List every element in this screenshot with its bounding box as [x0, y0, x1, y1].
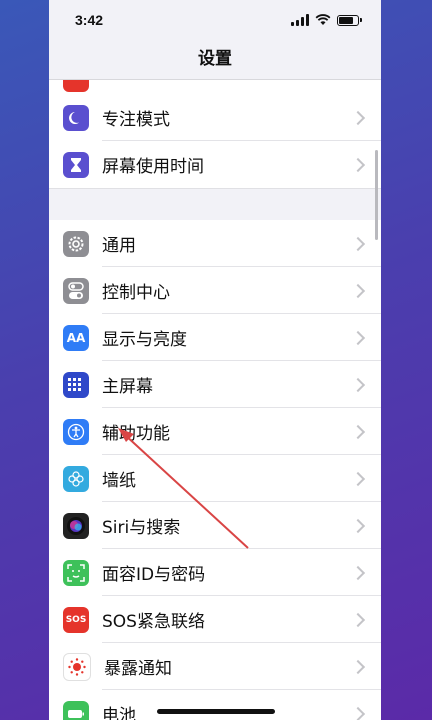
siri-icon [63, 512, 89, 539]
chevron-right-icon [350, 612, 366, 627]
group-separator [49, 188, 381, 222]
chevron-right-icon [350, 706, 366, 720]
page-title: 设置 [198, 49, 232, 69]
settings-row-label: 主屏幕 [102, 377, 153, 397]
flower-icon [63, 465, 89, 492]
chevron-right-icon [350, 518, 366, 533]
text-size-icon: AA [63, 324, 89, 351]
chevron-right-icon [350, 110, 366, 125]
settings-row-label: 墙纸 [102, 471, 136, 491]
accessibility-icon [63, 418, 89, 445]
settings-row-hourglass[interactable]: 屏幕使用时间 [49, 141, 381, 188]
settings-row-toggle[interactable]: 控制中心 [49, 267, 381, 314]
face-id-icon [63, 559, 89, 586]
settings-group-main: 通用 控制中心 AA 显示与亮度 主屏幕 辅助功能 墙纸 Siri与搜索 面容ID与密码 SOS S… [49, 220, 381, 720]
status-icons [291, 14, 362, 26]
chevron-right-icon [350, 565, 366, 580]
chevron-right-icon [350, 330, 366, 345]
chevron-right-icon [350, 283, 366, 298]
hourglass-icon [63, 151, 89, 178]
settings-row-label: 控制中心 [102, 283, 170, 303]
chevron-right-icon [350, 236, 366, 251]
notifications-icon [63, 80, 89, 92]
settings-row-label: 通用 [102, 236, 136, 256]
home-indicator[interactable] [157, 709, 275, 714]
settings-row-siri[interactable]: Siri与搜索 [49, 502, 381, 549]
moon-icon [63, 104, 89, 131]
settings-row-sos[interactable]: SOS SOS紧急联络 [49, 596, 381, 643]
chevron-right-icon [350, 377, 366, 392]
scroll-indicator[interactable] [375, 150, 378, 240]
settings-row-flower[interactable]: 墙纸 [49, 455, 381, 502]
settings-row-label: 显示与亮度 [102, 330, 187, 350]
exposure-icon [63, 652, 91, 681]
settings-row-moon[interactable]: 专注模式 [49, 94, 381, 141]
settings-row-text-size[interactable]: AA 显示与亮度 [49, 314, 381, 361]
chevron-right-icon [350, 471, 366, 486]
gear-icon [63, 230, 89, 257]
chevron-right-icon [350, 424, 366, 439]
status-bar: 3:42 [49, 0, 381, 40]
settings-row-label: 专注模式 [102, 110, 170, 130]
settings-row-label: 辅助功能 [102, 424, 170, 444]
wifi-icon [315, 14, 331, 25]
settings-row-label: 暴露通知 [104, 659, 172, 679]
toggle-icon [63, 277, 89, 304]
chevron-right-icon [350, 157, 366, 172]
settings-row-accessibility[interactable]: 辅助功能 [49, 408, 381, 455]
cellular-signal-icon [291, 14, 309, 26]
settings-row-grid[interactable]: 主屏幕 [49, 361, 381, 408]
settings-row-label: SOS紧急联络 [102, 612, 205, 632]
cutoff-row [49, 80, 381, 94]
settings-row-battery[interactable]: 电池 [49, 690, 381, 720]
sos-icon: SOS [63, 606, 89, 633]
settings-row-face-id[interactable]: 面容ID与密码 [49, 549, 381, 596]
battery-status-icon [337, 14, 362, 26]
grid-icon [63, 371, 89, 398]
settings-row-label: Siri与搜索 [102, 518, 181, 538]
settings-row-gear[interactable]: 通用 [49, 220, 381, 267]
settings-row-label: 面容ID与密码 [102, 565, 206, 585]
settings-group-top: 专注模式屏幕使用时间 [49, 94, 381, 188]
status-time: 3:42 [75, 12, 104, 28]
phone-screen: 3:42 设置 专注模式屏幕使用时间 通用控制中心 AA 显示与亮度主屏幕辅助功能墙… [49, 0, 381, 720]
settings-row-label: 屏幕使用时间 [102, 157, 204, 177]
battery-icon [63, 700, 89, 720]
chevron-right-icon [350, 659, 366, 674]
settings-row-exposure[interactable]: 暴露通知 [49, 643, 381, 690]
